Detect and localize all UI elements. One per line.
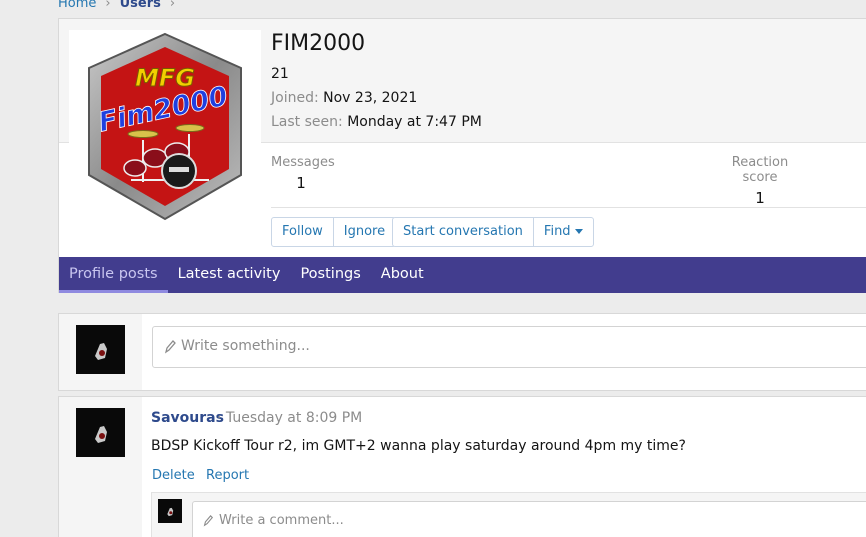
write-something-input[interactable]: Write something... [152,326,866,368]
stat-messages-label: Messages [271,155,335,170]
find-button-label: Find [543,224,571,239]
comment-user-avatar[interactable] [158,499,182,523]
joined-label: Joined: [271,90,319,106]
conversation-find-group: Start conversation Find [392,217,594,247]
stat-messages-value[interactable]: 1 [271,174,331,192]
breadcrumb-users-link[interactable]: Users [120,0,161,11]
profile-post: Savouras · Tuesday at 8:09 PM BDSP Kicko… [58,396,866,537]
post-timestamp[interactable]: · Tuesday at 8:09 PM [217,410,362,426]
hand-avatar-image [158,499,182,523]
profile-tabs: Profile posts Latest activity Postings A… [59,257,866,293]
pencil-icon [164,340,176,354]
profile-avatar[interactable]: MFG Fim2000 [69,30,261,222]
stat-reaction-label: Reaction score [731,155,789,185]
tab-profile-posts[interactable]: Profile posts [59,257,168,293]
profile-card: MFG Fim2000 FIM2000 21 Joined: Nov 23, 2… [58,18,866,293]
follow-button[interactable]: Follow [272,218,334,246]
tab-postings[interactable]: Postings [290,257,370,293]
report-link[interactable]: Report [206,468,249,483]
joined-info: Joined: Nov 23, 2021 [271,90,417,106]
ignore-button[interactable]: Ignore [334,218,395,246]
follow-ignore-group: Follow Ignore [271,217,397,247]
current-user-avatar[interactable] [76,325,125,374]
write-something-placeholder: Write something... [181,338,310,354]
last-seen-value[interactable]: Monday at 7:47 PM [347,114,482,130]
write-comment-placeholder: Write a comment... [219,513,344,528]
user-name: FIM2000 [271,31,366,56]
chevron-right-icon: › [105,0,111,11]
stat-reaction-value[interactable]: 1 [714,189,806,207]
delete-link[interactable]: Delete [152,468,195,483]
breadcrumb: Home › Users › [58,0,184,11]
caret-down-icon [574,229,583,234]
user-title: 21 [271,66,289,82]
tab-about[interactable]: About [371,257,434,293]
post-author-link[interactable]: Savouras [151,410,224,426]
joined-date[interactable]: Nov 23, 2021 [323,90,417,106]
hand-avatar-image [76,325,125,374]
divider [271,207,866,208]
breadcrumb-home-link[interactable]: Home [58,0,96,11]
find-button[interactable]: Find [534,218,593,246]
start-conversation-button[interactable]: Start conversation [393,218,534,246]
pencil-icon [203,515,214,527]
last-seen-info: Last seen: Monday at 7:47 PM [271,114,482,130]
stat-messages: Messages 1 [271,155,335,192]
post-body: BDSP Kickoff Tour r2, im GMT+2 wanna pla… [151,438,686,454]
last-seen-label: Last seen: [271,114,343,130]
drum-kit-avatar-image: MFG Fim2000 [88,32,242,221]
profile-post-composer: Write something... [58,313,866,391]
comment-section: Write a comment... [151,492,866,537]
hand-avatar-image [76,408,125,457]
tab-latest-activity[interactable]: Latest activity [168,257,291,293]
avatar-lettering-top: MFG [135,64,195,92]
chevron-right-icon: › [169,0,176,11]
post-author-avatar[interactable] [76,408,125,457]
stat-reaction-score: Reaction score 1 [714,155,806,207]
write-comment-input[interactable]: Write a comment... [192,501,866,537]
